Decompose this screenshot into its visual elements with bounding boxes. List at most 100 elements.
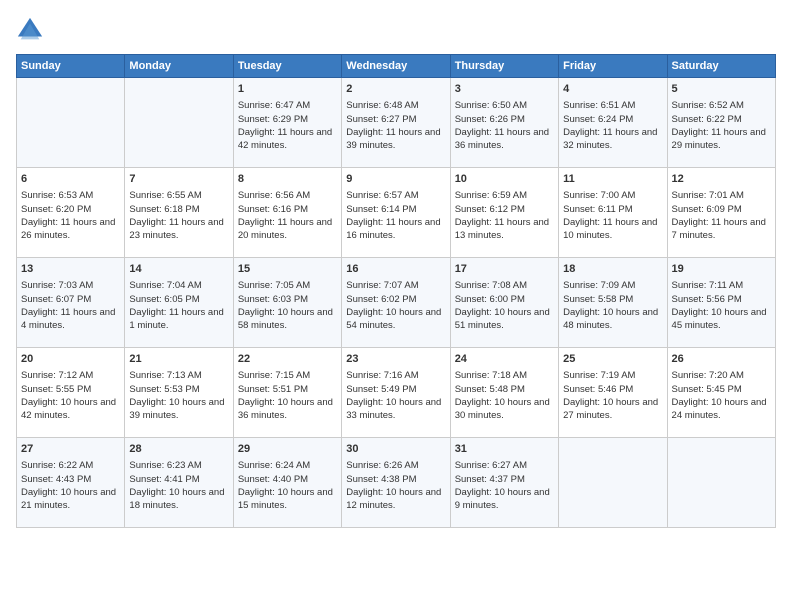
calendar-cell: 5 Sunrise: 6:52 AM Sunset: 6:22 PM Daylig… — [667, 78, 775, 168]
day-content: Sunrise: 6:56 AM Sunset: 6:16 PM Dayligh… — [238, 189, 337, 242]
calendar-cell: 17 Sunrise: 7:08 AM Sunset: 6:00 PM Dayli… — [450, 258, 558, 348]
day-content: Sunrise: 7:20 AM Sunset: 5:45 PM Dayligh… — [672, 369, 771, 422]
day-number: 17 — [455, 262, 554, 277]
day-content: Sunrise: 7:12 AM Sunset: 5:55 PM Dayligh… — [21, 369, 120, 422]
day-number: 25 — [563, 352, 662, 367]
day-number: 30 — [346, 442, 445, 457]
day-number: 13 — [21, 262, 120, 277]
calendar-cell: 21 Sunrise: 7:13 AM Sunset: 5:53 PM Dayli… — [125, 348, 233, 438]
day-number: 14 — [129, 262, 228, 277]
day-number: 5 — [672, 82, 771, 97]
page-header — [16, 16, 776, 44]
calendar-cell: 25 Sunrise: 7:19 AM Sunset: 5:46 PM Dayli… — [559, 348, 667, 438]
calendar-week-row: 20 Sunrise: 7:12 AM Sunset: 5:55 PM Dayli… — [17, 348, 776, 438]
calendar-cell: 12 Sunrise: 7:01 AM Sunset: 6:09 PM Dayli… — [667, 168, 775, 258]
day-number: 21 — [129, 352, 228, 367]
calendar-cell: 10 Sunrise: 6:59 AM Sunset: 6:12 PM Dayli… — [450, 168, 558, 258]
calendar-cell: 9 Sunrise: 6:57 AM Sunset: 6:14 PM Daylig… — [342, 168, 450, 258]
day-content: Sunrise: 6:59 AM Sunset: 6:12 PM Dayligh… — [455, 189, 554, 242]
day-content: Sunrise: 6:47 AM Sunset: 6:29 PM Dayligh… — [238, 99, 337, 152]
calendar-cell: 14 Sunrise: 7:04 AM Sunset: 6:05 PM Dayli… — [125, 258, 233, 348]
day-number: 26 — [672, 352, 771, 367]
logo-icon — [16, 16, 44, 44]
day-number: 9 — [346, 172, 445, 187]
day-content: Sunrise: 6:22 AM Sunset: 4:43 PM Dayligh… — [21, 459, 120, 512]
calendar-week-row: 6Sunrise: 6:53 AM Sunset: 6:20 PM Daylig… — [17, 168, 776, 258]
day-header-sunday: Sunday — [17, 55, 125, 78]
day-content: Sunrise: 7:01 AM Sunset: 6:09 PM Dayligh… — [672, 189, 771, 242]
calendar-cell: 4 Sunrise: 6:51 AM Sunset: 6:24 PM Daylig… — [559, 78, 667, 168]
day-content: Sunrise: 6:48 AM Sunset: 6:27 PM Dayligh… — [346, 99, 445, 152]
day-number: 19 — [672, 262, 771, 277]
calendar-week-row: 1Sunrise: 6:47 AM Sunset: 6:29 PM Daylig… — [17, 78, 776, 168]
day-header-saturday: Saturday — [667, 55, 775, 78]
calendar-cell: 26 Sunrise: 7:20 AM Sunset: 5:45 PM Dayli… — [667, 348, 775, 438]
calendar-cell: 1Sunrise: 6:47 AM Sunset: 6:29 PM Daylig… — [233, 78, 341, 168]
day-number: 28 — [129, 442, 228, 457]
day-number: 3 — [455, 82, 554, 97]
day-number: 8 — [238, 172, 337, 187]
calendar-cell: 24Sunrise: 7:18 AM Sunset: 5:48 PM Dayli… — [450, 348, 558, 438]
calendar-cell: 2 Sunrise: 6:48 AM Sunset: 6:27 PM Daylig… — [342, 78, 450, 168]
day-content: Sunrise: 7:13 AM Sunset: 5:53 PM Dayligh… — [129, 369, 228, 422]
day-content: Sunrise: 7:04 AM Sunset: 6:05 PM Dayligh… — [129, 279, 228, 332]
calendar-table: SundayMondayTuesdayWednesdayThursdayFrid… — [16, 54, 776, 528]
day-content: Sunrise: 7:11 AM Sunset: 5:56 PM Dayligh… — [672, 279, 771, 332]
calendar-cell: 29Sunrise: 6:24 AM Sunset: 4:40 PM Dayli… — [233, 438, 341, 528]
day-number: 27 — [21, 442, 120, 457]
day-number: 22 — [238, 352, 337, 367]
day-number: 11 — [563, 172, 662, 187]
day-content: Sunrise: 6:51 AM Sunset: 6:24 PM Dayligh… — [563, 99, 662, 152]
day-content: Sunrise: 6:26 AM Sunset: 4:38 PM Dayligh… — [346, 459, 445, 512]
calendar-cell: 18Sunrise: 7:09 AM Sunset: 5:58 PM Dayli… — [559, 258, 667, 348]
calendar-cell: 11 Sunrise: 7:00 AM Sunset: 6:11 PM Dayli… — [559, 168, 667, 258]
calendar-cell — [559, 438, 667, 528]
day-number: 20 — [21, 352, 120, 367]
calendar-cell — [125, 78, 233, 168]
day-content: Sunrise: 7:00 AM Sunset: 6:11 PM Dayligh… — [563, 189, 662, 242]
day-number: 23 — [346, 352, 445, 367]
day-number: 2 — [346, 82, 445, 97]
day-content: Sunrise: 7:05 AM Sunset: 6:03 PM Dayligh… — [238, 279, 337, 332]
calendar-cell: 16Sunrise: 7:07 AM Sunset: 6:02 PM Dayli… — [342, 258, 450, 348]
calendar-cell: 19 Sunrise: 7:11 AM Sunset: 5:56 PM Dayli… — [667, 258, 775, 348]
calendar-cell: 22Sunrise: 7:15 AM Sunset: 5:51 PM Dayli… — [233, 348, 341, 438]
day-header-friday: Friday — [559, 55, 667, 78]
calendar-cell: 15 Sunrise: 7:05 AM Sunset: 6:03 PM Dayli… — [233, 258, 341, 348]
day-content: Sunrise: 7:08 AM Sunset: 6:00 PM Dayligh… — [455, 279, 554, 332]
calendar-cell: 7 Sunrise: 6:55 AM Sunset: 6:18 PM Daylig… — [125, 168, 233, 258]
calendar-cell: 28Sunrise: 6:23 AM Sunset: 4:41 PM Dayli… — [125, 438, 233, 528]
day-number: 7 — [129, 172, 228, 187]
day-number: 24 — [455, 352, 554, 367]
day-header-tuesday: Tuesday — [233, 55, 341, 78]
day-content: Sunrise: 6:50 AM Sunset: 6:26 PM Dayligh… — [455, 99, 554, 152]
day-header-thursday: Thursday — [450, 55, 558, 78]
day-number: 29 — [238, 442, 337, 457]
day-number: 12 — [672, 172, 771, 187]
day-content: Sunrise: 6:52 AM Sunset: 6:22 PM Dayligh… — [672, 99, 771, 152]
calendar-cell: 30 Sunrise: 6:26 AM Sunset: 4:38 PM Dayli… — [342, 438, 450, 528]
calendar-week-row: 13 Sunrise: 7:03 AM Sunset: 6:07 PM Dayli… — [17, 258, 776, 348]
calendar-cell: 23 Sunrise: 7:16 AM Sunset: 5:49 PM Dayli… — [342, 348, 450, 438]
calendar-header-row: SundayMondayTuesdayWednesdayThursdayFrid… — [17, 55, 776, 78]
day-content: Sunrise: 6:53 AM Sunset: 6:20 PM Dayligh… — [21, 189, 120, 242]
day-number: 4 — [563, 82, 662, 97]
day-number: 31 — [455, 442, 554, 457]
day-content: Sunrise: 7:19 AM Sunset: 5:46 PM Dayligh… — [563, 369, 662, 422]
calendar-cell: 6Sunrise: 6:53 AM Sunset: 6:20 PM Daylig… — [17, 168, 125, 258]
calendar-cell: 8 Sunrise: 6:56 AM Sunset: 6:16 PM Daylig… — [233, 168, 341, 258]
calendar-cell — [667, 438, 775, 528]
day-content: Sunrise: 6:55 AM Sunset: 6:18 PM Dayligh… — [129, 189, 228, 242]
day-header-wednesday: Wednesday — [342, 55, 450, 78]
day-content: Sunrise: 7:16 AM Sunset: 5:49 PM Dayligh… — [346, 369, 445, 422]
day-content: Sunrise: 7:03 AM Sunset: 6:07 PM Dayligh… — [21, 279, 120, 332]
calendar-cell: 3 Sunrise: 6:50 AM Sunset: 6:26 PM Daylig… — [450, 78, 558, 168]
day-header-monday: Monday — [125, 55, 233, 78]
day-content: Sunrise: 6:57 AM Sunset: 6:14 PM Dayligh… — [346, 189, 445, 242]
day-number: 10 — [455, 172, 554, 187]
day-content: Sunrise: 6:27 AM Sunset: 4:37 PM Dayligh… — [455, 459, 554, 512]
logo — [16, 16, 48, 44]
day-number: 18 — [563, 262, 662, 277]
calendar-cell: 20 Sunrise: 7:12 AM Sunset: 5:55 PM Dayli… — [17, 348, 125, 438]
day-number: 15 — [238, 262, 337, 277]
